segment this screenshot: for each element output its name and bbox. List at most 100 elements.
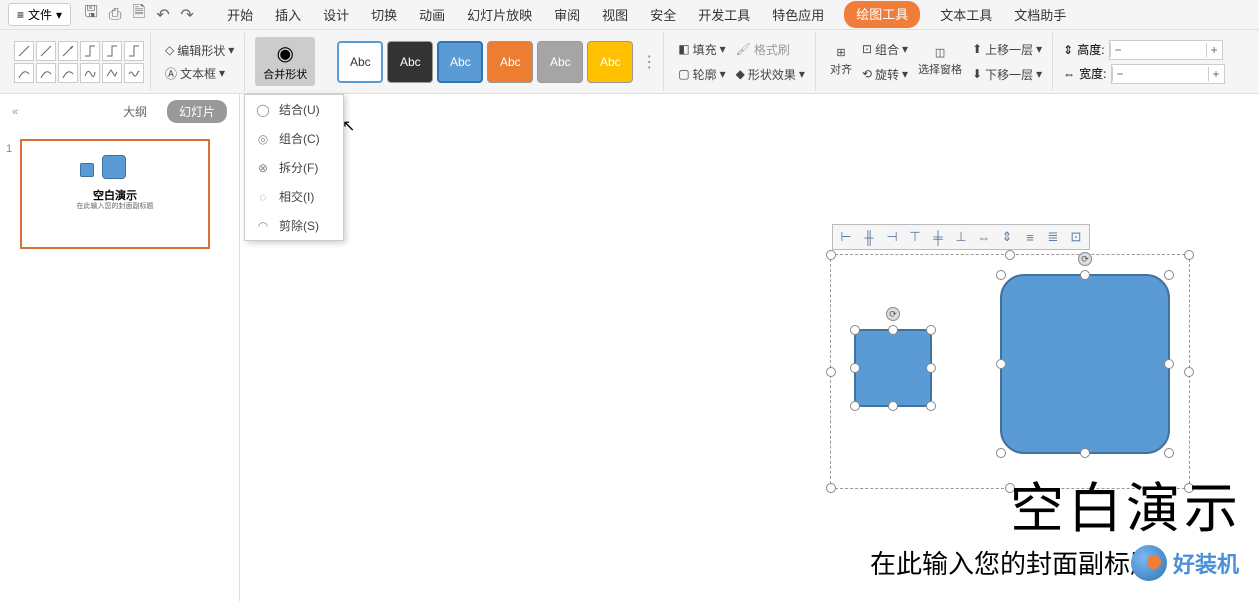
resize-handle[interactable]: [888, 401, 898, 411]
tab-drawtools[interactable]: 绘图工具: [844, 1, 920, 28]
resize-handle[interactable]: [996, 270, 1006, 280]
resize-handle[interactable]: [826, 250, 836, 260]
height-input[interactable]: −+: [1109, 40, 1223, 60]
align-right-icon[interactable]: ⊣: [881, 227, 903, 247]
resize-handle[interactable]: [888, 325, 898, 335]
fill-button[interactable]: ◧填充▾: [674, 39, 729, 60]
line-shape[interactable]: [14, 41, 34, 61]
shape-effect-button[interactable]: ◆形状效果▾: [732, 64, 809, 85]
align-center-icon[interactable]: ╫: [858, 227, 880, 247]
resize-handle[interactable]: [850, 363, 860, 373]
connector-shape[interactable]: [102, 41, 122, 61]
move-down-button[interactable]: ⬇下移一层▾: [968, 64, 1046, 85]
distribute-v-icon[interactable]: ⇕: [996, 227, 1018, 247]
style-swatch-white[interactable]: Abc: [337, 41, 383, 83]
distribute-h-icon[interactable]: ⇔: [973, 227, 995, 247]
outline-button[interactable]: ▢轮廓▾: [674, 64, 729, 85]
move-up-button[interactable]: ⬆上移一层▾: [968, 39, 1046, 60]
curve-shape[interactable]: [36, 63, 56, 83]
resize-handle[interactable]: [1164, 359, 1174, 369]
tab-devtools[interactable]: 开发工具: [696, 1, 752, 28]
resize-handle[interactable]: [926, 325, 936, 335]
menu-fragment[interactable]: ⊗拆分(F): [245, 153, 343, 182]
slides-tab[interactable]: 幻灯片: [167, 100, 227, 123]
group-icon[interactable]: ⊡: [1065, 227, 1087, 247]
connector-shape[interactable]: [80, 41, 100, 61]
resize-handle[interactable]: [826, 367, 836, 377]
resize-handle[interactable]: [850, 325, 860, 335]
tab-texttools[interactable]: 文本工具: [938, 1, 994, 28]
undo-icon[interactable]: ↶: [155, 7, 171, 23]
width-input[interactable]: −+: [1111, 64, 1225, 84]
style-swatch-black[interactable]: Abc: [387, 41, 433, 83]
textbox-button[interactable]: Ⓐ文本框▾: [161, 63, 238, 84]
tab-insert[interactable]: 插入: [273, 1, 303, 28]
slide-title-text[interactable]: 空白演示: [1010, 464, 1242, 543]
tab-security[interactable]: 安全: [648, 1, 678, 28]
slide-thumbnail[interactable]: 空白演示 在此输入您的封面副标题: [20, 139, 210, 249]
tab-featured[interactable]: 特色应用: [770, 1, 826, 28]
redo-icon[interactable]: ↷: [179, 7, 195, 23]
gallery-more-icon[interactable]: ⋮: [641, 52, 657, 72]
menu-intersect[interactable]: ◌相交(I): [245, 182, 343, 211]
menu-union[interactable]: ◯结合(U): [245, 95, 343, 124]
slide-subtitle-text[interactable]: 在此输入您的封面副标题: [870, 544, 1156, 581]
print-icon[interactable]: ⎙: [107, 7, 123, 23]
menu-subtract[interactable]: ◠剪除(S): [245, 211, 343, 240]
resize-handle[interactable]: [1080, 270, 1090, 280]
arrow-shape[interactable]: [58, 41, 78, 61]
resize-handle[interactable]: [996, 448, 1006, 458]
connector-shape[interactable]: [124, 41, 144, 61]
scribble-shape[interactable]: [124, 63, 144, 83]
slide-canvas[interactable]: ⊢ ╫ ⊣ ⊤ ╪ ⊥ ⇔ ⇕ ≡ ≣ ⊡ ⟳: [240, 94, 1259, 601]
merge-shapes-button[interactable]: ◉ 合并形状: [255, 37, 315, 86]
style-swatch-blue[interactable]: Abc: [437, 41, 483, 83]
resize-handle[interactable]: [1005, 250, 1015, 260]
resize-handle[interactable]: [1164, 448, 1174, 458]
group-button[interactable]: ⊡组合▾: [858, 39, 912, 60]
tab-design[interactable]: 设计: [321, 1, 351, 28]
rotate-button[interactable]: ⟲旋转▾: [858, 64, 912, 85]
resize-handle[interactable]: [1184, 250, 1194, 260]
outline-tab[interactable]: 大纲: [115, 100, 155, 123]
tab-start[interactable]: 开始: [225, 1, 255, 28]
equal-height-icon[interactable]: ≣: [1042, 227, 1064, 247]
curve-shape[interactable]: [14, 63, 34, 83]
edit-shape-button[interactable]: ◇编辑形状▾: [161, 40, 238, 61]
tab-dochelper[interactable]: 文档助手: [1012, 1, 1068, 28]
tab-review[interactable]: 审阅: [552, 1, 582, 28]
tab-animation[interactable]: 动画: [417, 1, 447, 28]
curve-shape[interactable]: [58, 63, 78, 83]
style-swatch-orange[interactable]: Abc: [487, 41, 533, 83]
tab-slideshow[interactable]: 幻灯片放映: [465, 1, 534, 28]
minus-icon[interactable]: −: [1110, 43, 1126, 57]
rotate-handle[interactable]: ⟳: [1078, 252, 1092, 266]
resize-handle[interactable]: [926, 401, 936, 411]
format-painter-button[interactable]: 🖌格式刷: [732, 39, 809, 60]
select-pane-button[interactable]: ◫选择窗格: [914, 44, 966, 79]
rotate-handle[interactable]: ⟳: [886, 307, 900, 321]
resize-handle[interactable]: [996, 359, 1006, 369]
style-swatch-gold[interactable]: Abc: [587, 41, 633, 83]
shape-large-rounded-square[interactable]: ⟳: [1000, 274, 1170, 454]
minus-icon[interactable]: −: [1112, 67, 1128, 81]
collapse-panel-icon[interactable]: «: [12, 106, 18, 118]
equal-width-icon[interactable]: ≡: [1019, 227, 1041, 247]
tab-transition[interactable]: 切换: [369, 1, 399, 28]
plus-icon[interactable]: +: [1206, 43, 1222, 57]
freeform-shape[interactable]: [80, 63, 100, 83]
file-menu-button[interactable]: ≡ 文件 ▾: [8, 3, 71, 26]
resize-handle[interactable]: [1080, 448, 1090, 458]
plus-icon[interactable]: +: [1208, 67, 1224, 81]
resize-handle[interactable]: [826, 483, 836, 493]
preview-icon[interactable]: 🗎: [131, 7, 147, 23]
resize-handle[interactable]: [1164, 270, 1174, 280]
tab-view[interactable]: 视图: [600, 1, 630, 28]
style-swatch-gray[interactable]: Abc: [537, 41, 583, 83]
height-field[interactable]: [1126, 44, 1206, 56]
line-shape[interactable]: [36, 41, 56, 61]
resize-handle[interactable]: [926, 363, 936, 373]
shape-small-square[interactable]: ⟳: [854, 329, 932, 407]
align-button[interactable]: ⊞对齐: [826, 44, 856, 79]
menu-combine[interactable]: ◎组合(C): [245, 124, 343, 153]
